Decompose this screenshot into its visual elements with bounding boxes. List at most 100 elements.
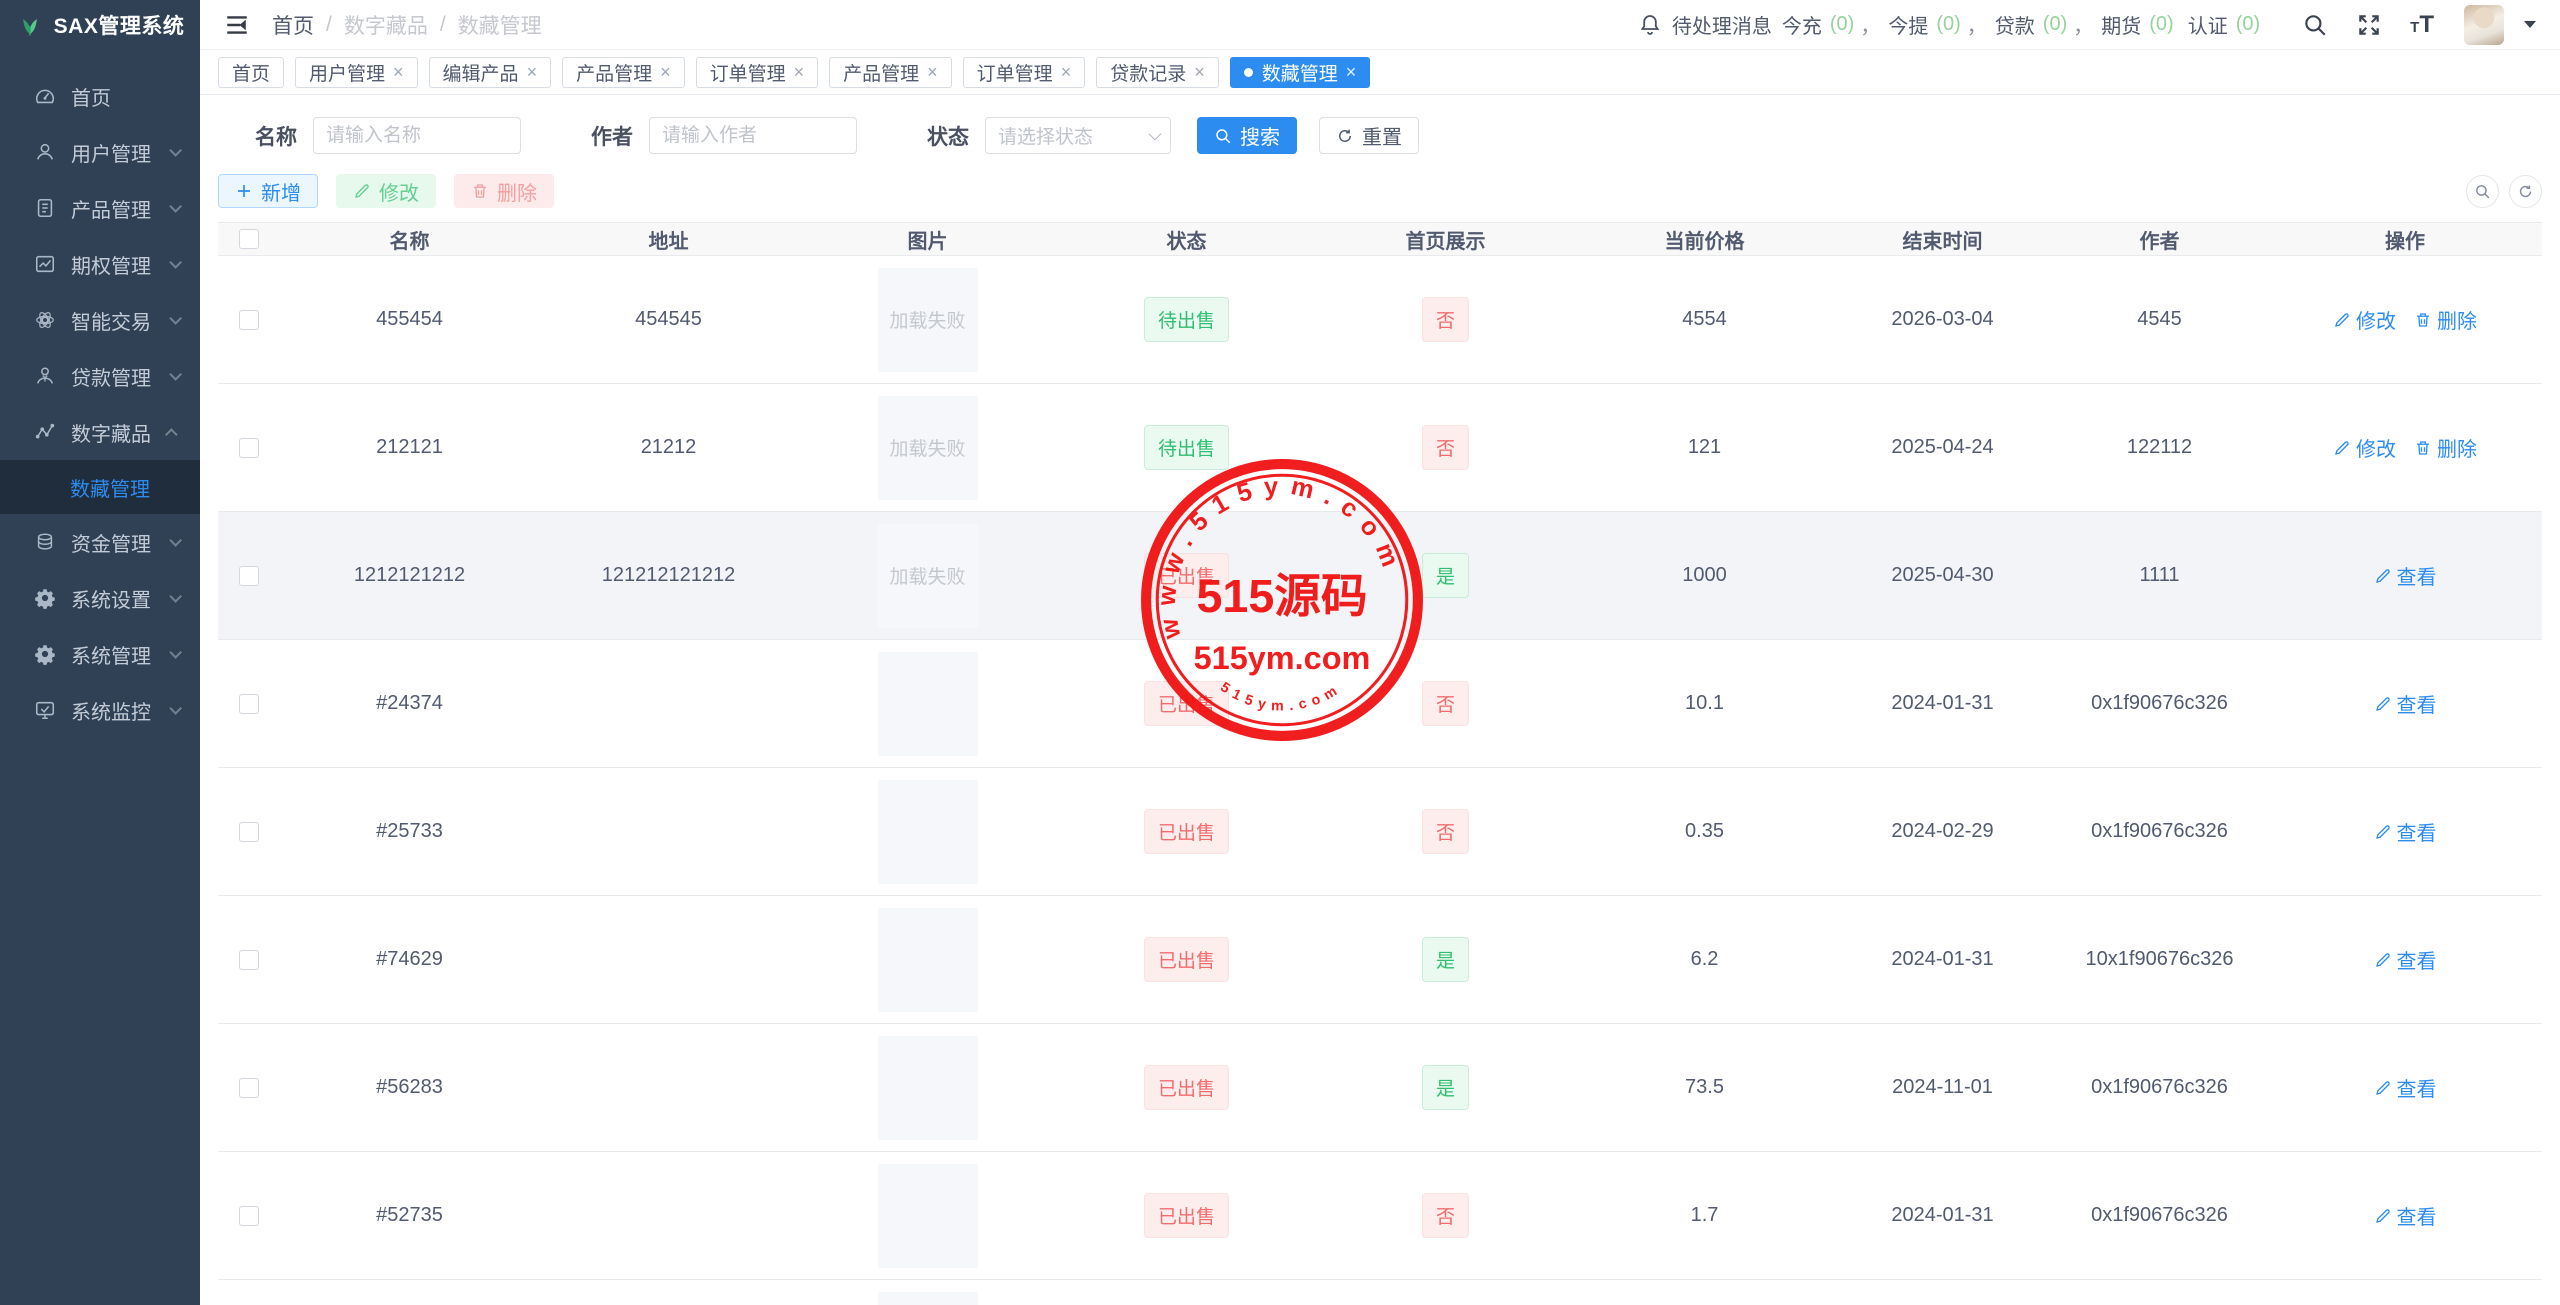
row-checkbox[interactable] — [239, 437, 259, 458]
name-filter-input[interactable] — [313, 117, 521, 154]
tab-close-icon[interactable]: × — [794, 62, 805, 83]
row-checkbox[interactable] — [239, 949, 259, 970]
operation-icon — [2374, 951, 2392, 969]
sidebar-item-产品管理[interactable]: 产品管理 — [0, 180, 200, 236]
operation-link-修改[interactable]: 修改 — [2333, 433, 2396, 462]
sidebar-item-期权管理[interactable]: 期权管理 — [0, 236, 200, 292]
row-checkbox[interactable] — [239, 1205, 259, 1226]
cell-image-placeholder: 加载失败 — [877, 267, 978, 372]
sidebar-item-资金管理[interactable]: 资金管理 — [0, 514, 200, 570]
delete-button[interactable]: 删除 — [454, 174, 554, 208]
cell-operations: 查看 — [2268, 1073, 2542, 1102]
sidebar-item-数字藏品[interactable]: 数字藏品 — [0, 404, 200, 460]
tab-订单管理[interactable]: 订单管理 × — [695, 56, 819, 88]
breadcrumb-section[interactable]: 数字藏品 — [344, 10, 428, 40]
tab-产品管理[interactable]: 产品管理 × — [829, 56, 952, 88]
operation-icon — [2374, 1079, 2392, 1097]
tab-close-icon[interactable]: × — [527, 62, 538, 83]
row-checkbox[interactable] — [239, 693, 259, 714]
tab-close-icon[interactable]: × — [1061, 62, 1072, 83]
operation-link-查看[interactable]: 查看 — [2374, 945, 2437, 974]
row-checkbox[interactable] — [239, 1077, 259, 1098]
table-search-button[interactable] — [2466, 174, 2499, 208]
sidebar-item-icon — [34, 587, 56, 609]
cell-current-price: 4554 — [1682, 308, 1727, 330]
cell-author: 122112 — [2126, 436, 2193, 458]
tab-订单管理[interactable]: 订单管理 × — [962, 56, 1086, 88]
logo: SAX管理系统 — [0, 0, 200, 50]
stat-separator: ， — [2073, 16, 2094, 38]
status-badge: 已出售 — [1143, 1193, 1229, 1238]
pending-stat: 贷款 (0) ， — [1995, 10, 2101, 39]
avatar[interactable] — [2464, 4, 2504, 45]
tab-用户管理[interactable]: 用户管理 × — [295, 56, 418, 88]
stat-count: (0) — [1936, 13, 1961, 35]
pending-stat: 认证 (0) — [2188, 10, 2274, 39]
fullscreen-icon[interactable] — [2356, 12, 2382, 38]
stat-label: 今充 — [1781, 16, 1822, 38]
cell-image-placeholder — [877, 1291, 978, 1305]
operation-link-查看[interactable]: 查看 — [2374, 817, 2437, 846]
image-error-text: 加载失败 — [889, 439, 966, 460]
sidebar-item-智能交易[interactable]: 智能交易 — [0, 292, 200, 348]
tab-贷款记录[interactable]: 贷款记录 × — [1096, 56, 1219, 88]
operation-label: 删除 — [2437, 439, 2477, 461]
edit-button[interactable]: 修改 — [336, 174, 436, 208]
tab-close-icon[interactable]: × — [1194, 62, 1205, 83]
sidebar-toggle-icon[interactable] — [224, 12, 250, 38]
breadcrumb-home[interactable]: 首页 — [272, 10, 314, 40]
row-checkbox[interactable] — [239, 821, 259, 842]
column-header: 结束时间 — [1902, 230, 1983, 253]
select-all-checkbox[interactable] — [239, 229, 259, 249]
sidebar-item-系统监控[interactable]: 系统监控 — [0, 682, 200, 738]
tab-label: 首页 — [232, 63, 271, 85]
tab-close-icon[interactable]: × — [660, 62, 671, 83]
operation-link-查看[interactable]: 查看 — [2374, 1201, 2437, 1230]
add-button[interactable]: 新增 — [218, 174, 318, 208]
search-icon — [2474, 183, 2491, 200]
font-size-icon[interactable]: TT — [2410, 12, 2434, 37]
operation-link-修改[interactable]: 修改 — [2333, 305, 2396, 334]
image-error-text: 加载失败 — [889, 311, 966, 332]
cell-current-price: 121 — [1687, 436, 1722, 458]
cell-name: #52735 — [376, 1204, 443, 1226]
author-filter-input[interactable] — [649, 117, 857, 154]
operation-link-查看[interactable]: 查看 — [2374, 1073, 2437, 1102]
cell-image-placeholder — [877, 1163, 978, 1268]
search-button[interactable]: 搜索 — [1197, 117, 1297, 154]
sidebar-item-贷款管理[interactable]: 贷款管理 — [0, 348, 200, 404]
tab-close-icon[interactable]: × — [927, 62, 938, 83]
sidebar-item-系统管理[interactable]: 系统管理 — [0, 626, 200, 682]
operation-link-查看[interactable]: 查看 — [2374, 561, 2437, 590]
sidebar-item-用户管理[interactable]: 用户管理 — [0, 124, 200, 180]
operation-link-删除[interactable]: 删除 — [2414, 433, 2477, 462]
tab-首页[interactable]: 首页 — [218, 56, 285, 88]
cell-end-time: 2024-01-31 — [1891, 1204, 1994, 1226]
sidebar-item-首页[interactable]: 首页 — [0, 68, 200, 124]
cell-address: 21212 — [640, 436, 697, 458]
cell-end-time: 2025-04-24 — [1891, 436, 1994, 458]
table-body: 455454 454545 加载失败 待出售 否 4554 2026-03-04… — [218, 256, 2542, 1305]
row-checkbox[interactable] — [239, 309, 259, 330]
chevron-icon — [169, 533, 182, 547]
table-refresh-button[interactable] — [2509, 174, 2542, 208]
tab-close-icon[interactable]: × — [1346, 62, 1357, 83]
operation-link-查看[interactable]: 查看 — [2374, 689, 2437, 718]
reset-button[interactable]: 重置 — [1319, 117, 1419, 154]
search-icon[interactable] — [2302, 12, 2328, 38]
sidebar-item-系统设置[interactable]: 系统设置 — [0, 570, 200, 626]
tab-产品管理[interactable]: 产品管理 × — [562, 56, 685, 88]
stat-count: (0) — [1829, 13, 1855, 35]
tab-数藏管理[interactable]: 数藏管理 × — [1229, 56, 1371, 88]
tab-编辑产品[interactable]: 编辑产品 × — [428, 56, 552, 88]
caret-down-icon[interactable] — [2524, 21, 2536, 28]
bell-icon[interactable] — [1638, 13, 1662, 37]
sidebar-item-label: 贷款管理 — [71, 367, 151, 390]
sidebar-subitem-数藏管理[interactable]: 数藏管理 — [0, 460, 200, 514]
operation-link-删除[interactable]: 删除 — [2414, 305, 2477, 334]
row-checkbox[interactable] — [239, 565, 259, 586]
status-filter-select[interactable]: 请选择状态 — [985, 117, 1171, 154]
tab-close-icon[interactable]: × — [393, 62, 404, 83]
cell-end-time: 2024-02-29 — [1891, 820, 1994, 842]
stat-label: 贷款 — [1994, 16, 2035, 38]
